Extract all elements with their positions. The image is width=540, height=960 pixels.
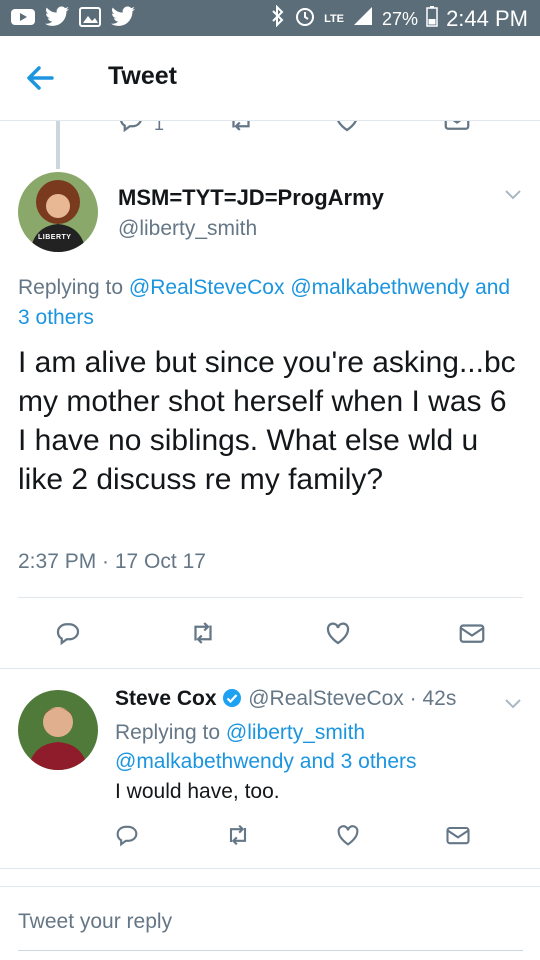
like-icon[interactable] bbox=[332, 121, 362, 135]
avatar[interactable] bbox=[18, 690, 98, 770]
like-icon[interactable] bbox=[334, 821, 362, 854]
bluetooth-icon bbox=[270, 4, 286, 33]
reply-header: Steve Cox @RealSteveCox · 42s bbox=[115, 687, 456, 714]
divider bbox=[0, 668, 540, 669]
message-icon[interactable] bbox=[444, 821, 472, 854]
reply-icon[interactable] bbox=[116, 121, 146, 135]
clock: 2:44 PM bbox=[446, 6, 528, 31]
youtube-icon bbox=[10, 7, 36, 32]
reply-icon[interactable] bbox=[53, 618, 83, 653]
user-handle[interactable]: @RealSteveCox bbox=[248, 687, 404, 710]
display-name[interactable]: Steve Cox bbox=[115, 687, 217, 710]
avatar[interactable]: LIBERTY bbox=[18, 172, 98, 252]
status-bar: LTE 27% 2:44 PM bbox=[0, 0, 540, 36]
reply-icon[interactable] bbox=[113, 821, 141, 854]
replying-to: Replying to @liberty_smith @malkabethwen… bbox=[115, 718, 515, 776]
retweet-icon[interactable] bbox=[188, 618, 218, 653]
replying-prefix: Replying to bbox=[115, 721, 221, 744]
retweet-icon[interactable] bbox=[226, 121, 256, 135]
tweet-timestamp: 2:37 PM · 17 Oct 17 bbox=[18, 550, 206, 573]
back-arrow-icon[interactable] bbox=[22, 60, 62, 96]
replying-to: Replying to @RealSteveCox @malkabethwend… bbox=[18, 273, 523, 333]
alarm-icon bbox=[294, 5, 316, 33]
display-name[interactable]: MSM=TYT=JD=ProgArmy bbox=[118, 185, 384, 211]
mention-link[interactable]: @RealSteveCox bbox=[129, 276, 285, 299]
replying-prefix: Replying to bbox=[18, 276, 124, 299]
reply-text: I would have, too. bbox=[115, 780, 280, 803]
previous-tweet-actions: 1 bbox=[0, 121, 540, 135]
composer-underline bbox=[18, 950, 523, 951]
mention-link[interactable]: @malkabethwendy bbox=[290, 276, 469, 299]
page-title: Tweet bbox=[108, 62, 177, 90]
reply-composer[interactable]: Tweet your reply bbox=[18, 910, 172, 934]
retweet-icon[interactable] bbox=[224, 821, 252, 854]
message-icon[interactable] bbox=[457, 618, 487, 653]
divider bbox=[0, 868, 540, 869]
signal-icon bbox=[352, 5, 374, 33]
tweet-text: I am alive but since you're asking...bc … bbox=[18, 346, 516, 496]
twitter-icon-2 bbox=[110, 6, 136, 33]
thread-line bbox=[56, 121, 60, 169]
others-link[interactable]: and 3 others bbox=[300, 750, 417, 773]
divider bbox=[18, 597, 523, 598]
twitter-icon bbox=[44, 6, 70, 33]
like-icon[interactable] bbox=[323, 618, 353, 653]
composer-top-border bbox=[0, 886, 540, 887]
app-header: Tweet bbox=[0, 36, 540, 121]
verified-icon bbox=[222, 688, 242, 714]
tweet-time: · 42s bbox=[409, 687, 457, 710]
network-type: LTE bbox=[324, 13, 345, 25]
message-icon[interactable] bbox=[442, 121, 472, 135]
mention-link[interactable]: @liberty_smith bbox=[226, 721, 365, 744]
user-handle[interactable]: @liberty_smith bbox=[118, 217, 257, 241]
chevron-down-icon[interactable] bbox=[503, 697, 523, 711]
battery-percent: 27% bbox=[382, 8, 419, 29]
chevron-down-icon[interactable] bbox=[503, 188, 523, 202]
mention-link[interactable]: @malkabethwendy bbox=[115, 750, 294, 773]
avatar-badge-text: LIBERTY bbox=[38, 234, 72, 241]
battery-icon bbox=[426, 5, 438, 33]
gallery-icon bbox=[78, 6, 102, 33]
reply-count: 1 bbox=[154, 121, 165, 134]
